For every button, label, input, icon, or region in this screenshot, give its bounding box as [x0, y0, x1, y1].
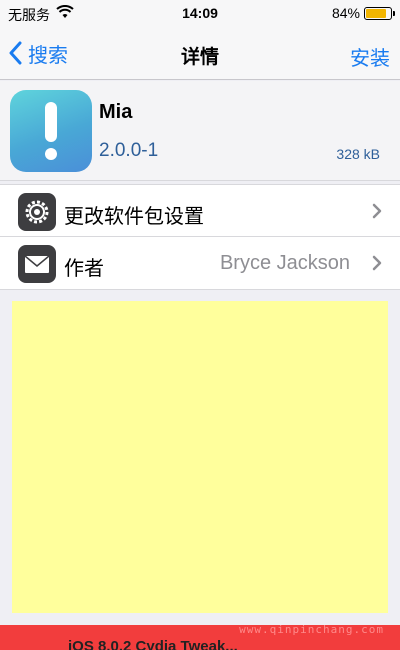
status-bar: 无服务 14:09 84% [0, 0, 400, 26]
battery-percent: 84% [331, 5, 360, 21]
cell-label-author: 作者 [64, 258, 104, 280]
banner-text: iOS 8.0.2 Cydia Tweak... [68, 638, 238, 650]
watermark-text: www.qinpinchang.com [239, 623, 384, 636]
battery-fill [366, 9, 387, 18]
battery-icon [364, 7, 395, 20]
gear-icon [18, 193, 56, 231]
chevron-right-icon [372, 203, 382, 219]
change-package-settings-cell[interactable]: 更改软件包设置 [0, 184, 400, 237]
page-title: 详情 [180, 47, 219, 68]
package-version: 2.0.0-1 [99, 140, 159, 161]
author-cell[interactable]: 作者 Bryce Jackson [0, 237, 400, 290]
chevron-right-icon [372, 255, 382, 271]
mail-icon [18, 245, 56, 283]
cell-label-settings: 更改软件包设置 [64, 206, 204, 228]
package-name: Mia [99, 101, 133, 123]
ad-area [12, 301, 388, 613]
navigation-bar: 搜索 详情 安装 [0, 26, 400, 80]
install-button[interactable]: 安装 [350, 42, 390, 71]
package-header: Mia 2.0.0-1 328 kB [0, 81, 400, 181]
author-name: Bryce Jackson [219, 252, 350, 274]
package-size: 328 kB [336, 146, 380, 162]
exclamation-app-icon [10, 90, 92, 172]
